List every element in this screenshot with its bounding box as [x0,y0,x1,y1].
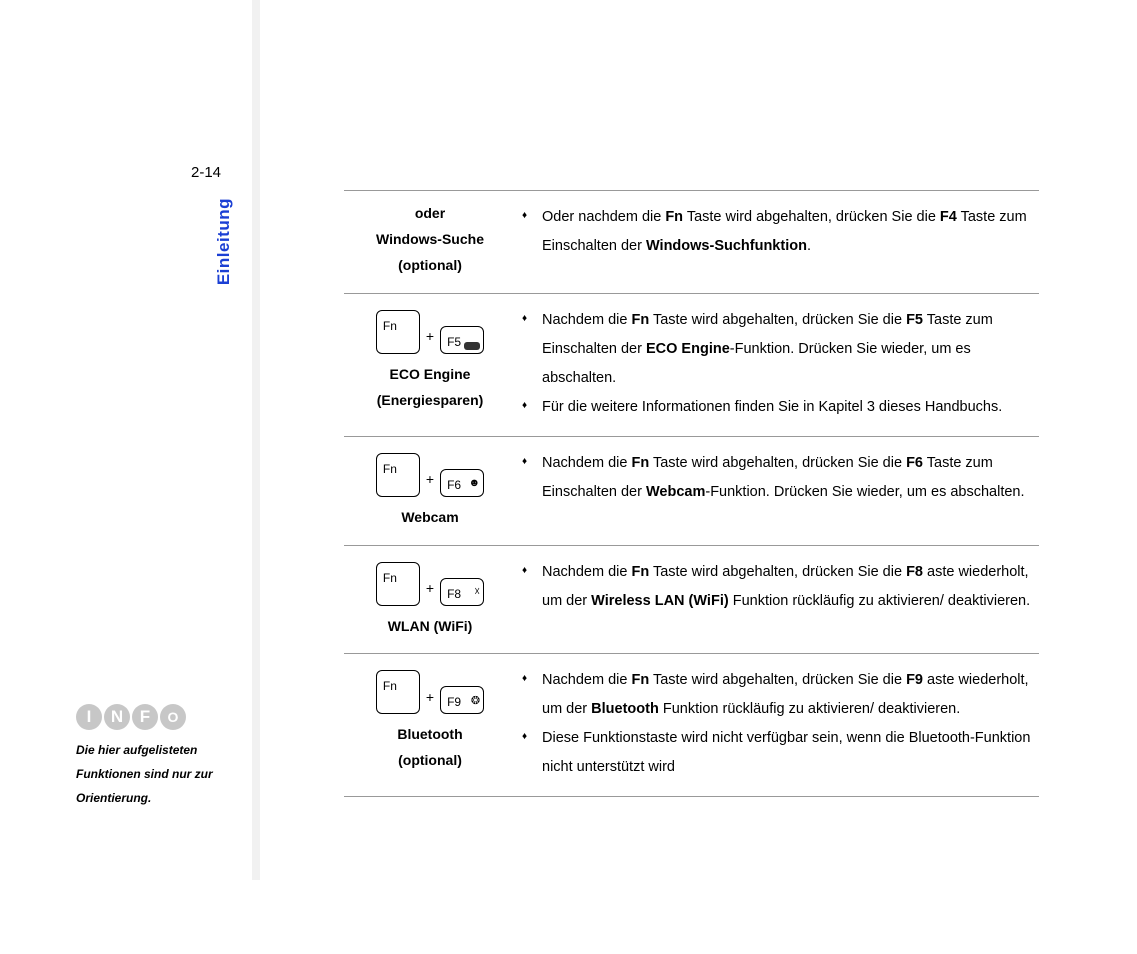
plus-icon: + [424,467,436,497]
table-row: oderWindows-Suche(optional)Oder nachdem … [344,190,1039,293]
section-title: Einleitung [214,198,234,285]
info-logo-letter: N [104,704,130,730]
plus-icon: + [424,324,436,354]
shortcut-label-cell: Fn+F5 ECO Engine(Energiesparen) [344,294,516,436]
fn-key-icon: Fn [376,310,420,354]
bullet-list: Nachdem die Fn Taste wird abgehalten, dr… [520,666,1035,782]
list-item: Oder nachdem die Fn Taste wird abgehalte… [520,203,1035,261]
bullet-list: Nachdem die Fn Taste wird abgehalten, dr… [520,306,1035,422]
table-row: Fn+F6☻ Webcam Nachdem die Fn Taste wird ab… [344,436,1039,545]
table-row: Fn+F5 ECO Engine(Energiesparen) Nachdem di… [344,293,1039,436]
shortcut-label-line: Bluetooth [350,722,510,748]
list-item: Diese Funktionstaste wird nicht verfügba… [520,724,1035,782]
key-combo: Fn+F6☻ [350,453,510,497]
page: 2-14 Einleitung I N F O Die hier aufgeli… [0,0,1137,954]
info-note: Die hier aufgelisteten Funktionen sind n… [76,738,251,810]
table-row: Fn+F9❂ Bluetooth(optional) Nachdem die Fn … [344,653,1039,797]
list-item: Nachdem die Fn Taste wird abgehalten, dr… [520,306,1035,393]
shortcut-label-line: (optional) [350,253,510,279]
plus-icon: + [424,685,436,715]
bullet-list: Nachdem die Fn Taste wird abgehalten, dr… [520,558,1035,616]
shortcut-label-cell: Fn+F6☻ Webcam [344,437,516,545]
list-item: Nachdem die Fn Taste wird abgehalten, dr… [520,666,1035,724]
shortcut-desc-cell: Nachdem die Fn Taste wird abgehalten, dr… [516,437,1039,545]
fn-key-icon: Fn [376,670,420,714]
shortcut-label-line: WLAN (WiFi) [350,614,510,640]
info-logo-letter: I [76,704,102,730]
shortcut-desc-cell: Nachdem die Fn Taste wird abgehalten, dr… [516,294,1039,436]
fx-key-icon: F9❂ [440,686,484,714]
fn-key-icon: Fn [376,453,420,497]
shortcut-label-line: (optional) [350,748,510,774]
list-item: Nachdem die Fn Taste wird abgehalten, dr… [520,558,1035,616]
page-number: 2-14 [191,164,221,181]
bullet-list: Nachdem die Fn Taste wird abgehalten, dr… [520,449,1035,507]
content-area: oderWindows-Suche(optional)Oder nachdem … [256,0,1126,797]
shortcut-desc-cell: Oder nachdem die Fn Taste wird abgehalte… [516,191,1039,293]
shortcut-desc-cell: Nachdem die Fn Taste wird abgehalten, dr… [516,654,1039,796]
shortcut-label-cell: oderWindows-Suche(optional) [344,191,516,293]
info-logo-letter: F [132,704,158,730]
plus-icon: + [424,576,436,606]
shortcut-label-line: oder [350,201,510,227]
fx-key-icon: F6☻ [440,469,484,497]
shortcut-label-line: ECO Engine [350,362,510,388]
key-combo: Fn+F9❂ [350,670,510,714]
sidebar: 2-14 Einleitung I N F O Die hier aufgeli… [76,0,256,880]
shortcut-label-line: Webcam [350,505,510,531]
fx-key-icon: F5 [440,326,484,354]
list-item: Nachdem die Fn Taste wird abgehalten, dr… [520,449,1035,507]
fn-key-icon: Fn [376,562,420,606]
shortcut-label-line: Windows-Suche [350,227,510,253]
shortcut-label-cell: Fn+F9❂ Bluetooth(optional) [344,654,516,796]
shortcut-label-line: (Energiesparen) [350,388,510,414]
key-combo: Fn+F8☓ [350,562,510,606]
table-row: Fn+F8☓ WLAN (WiFi) Nachdem die Fn Taste wi… [344,545,1039,654]
key-combo: Fn+F5 [350,310,510,354]
fx-key-icon: F8☓ [440,578,484,606]
shortcut-label-cell: Fn+F8☓ WLAN (WiFi) [344,546,516,654]
bullet-list: Oder nachdem die Fn Taste wird abgehalte… [520,203,1035,261]
shortcut-table: oderWindows-Suche(optional)Oder nachdem … [344,190,1039,797]
info-logo: I N F O [76,704,186,730]
shortcut-desc-cell: Nachdem die Fn Taste wird abgehalten, dr… [516,546,1039,654]
info-logo-letter: O [160,704,186,730]
list-item: Für die weitere Informationen finden Sie… [520,393,1035,422]
